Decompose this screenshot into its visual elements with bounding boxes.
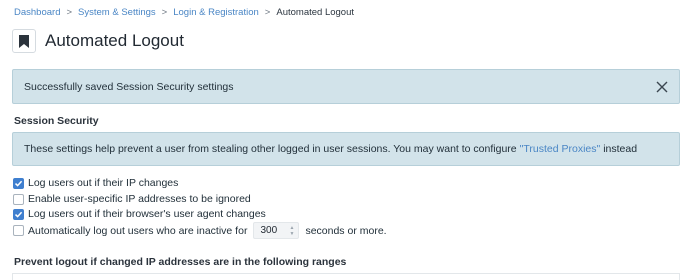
inactive-seconds-value: 300: [260, 225, 278, 236]
session-security-heading: Session Security: [14, 115, 99, 127]
ignore-ips-checkbox[interactable]: [13, 193, 24, 205]
number-spinner-icon[interactable]: ▲ ▼: [290, 224, 295, 237]
breadcrumb-dashboard[interactable]: Dashboard: [14, 7, 60, 18]
page: Dashboard > System & Settings > Login & …: [0, 0, 690, 280]
close-icon[interactable]: [654, 79, 670, 95]
success-alert-message: Successfully saved Session Security sett…: [24, 80, 234, 93]
option-ip-change[interactable]: Log users out if their IP changes: [13, 177, 178, 189]
user-agent-label: Log users out if their browser's user ag…: [28, 208, 266, 220]
option-inactive-logout: Automatically log out users who are inac…: [13, 222, 387, 239]
inactive-logout-label: Automatically log out users who are inac…: [28, 224, 248, 237]
inactive-logout-checkbox[interactable]: [13, 225, 24, 236]
page-header: Automated Logout: [12, 29, 184, 53]
trusted-proxies-link[interactable]: "Trusted Proxies": [520, 143, 601, 155]
ip-change-checkbox[interactable]: [13, 177, 24, 189]
breadcrumb-separator: >: [161, 7, 168, 18]
info-alert-text: These settings help prevent a user from …: [24, 143, 517, 155]
ip-ranges-textarea[interactable]: [12, 273, 680, 280]
ignore-ips-label: Enable user-specific IP addresses to be …: [28, 193, 251, 205]
inactive-seconds-input[interactable]: 300 ▲ ▼: [253, 222, 300, 239]
success-alert: Successfully saved Session Security sett…: [12, 69, 680, 104]
breadcrumb-system-settings[interactable]: System & Settings: [78, 7, 156, 18]
breadcrumb-login-registration[interactable]: Login & Registration: [173, 7, 259, 18]
option-user-agent-change[interactable]: Log users out if their browser's user ag…: [13, 208, 266, 220]
breadcrumb-separator: >: [66, 7, 73, 18]
info-alert-suffix: instead: [603, 143, 638, 155]
ip-change-label: Log users out if their IP changes: [28, 177, 179, 189]
breadcrumb: Dashboard > System & Settings > Login & …: [14, 7, 354, 18]
breadcrumb-separator: >: [264, 7, 271, 18]
breadcrumb-current: Automated Logout: [276, 7, 355, 18]
ip-ranges-heading: Prevent logout if changed IP addresses a…: [14, 256, 347, 268]
bookmark-icon: [12, 29, 36, 53]
inactive-logout-suffix: seconds or more.: [305, 224, 387, 237]
user-agent-checkbox[interactable]: [13, 208, 24, 220]
info-alert: These settings help prevent a user from …: [12, 132, 680, 166]
page-title: Automated Logout: [45, 31, 184, 50]
option-ignore-ips[interactable]: Enable user-specific IP addresses to be …: [13, 193, 251, 205]
